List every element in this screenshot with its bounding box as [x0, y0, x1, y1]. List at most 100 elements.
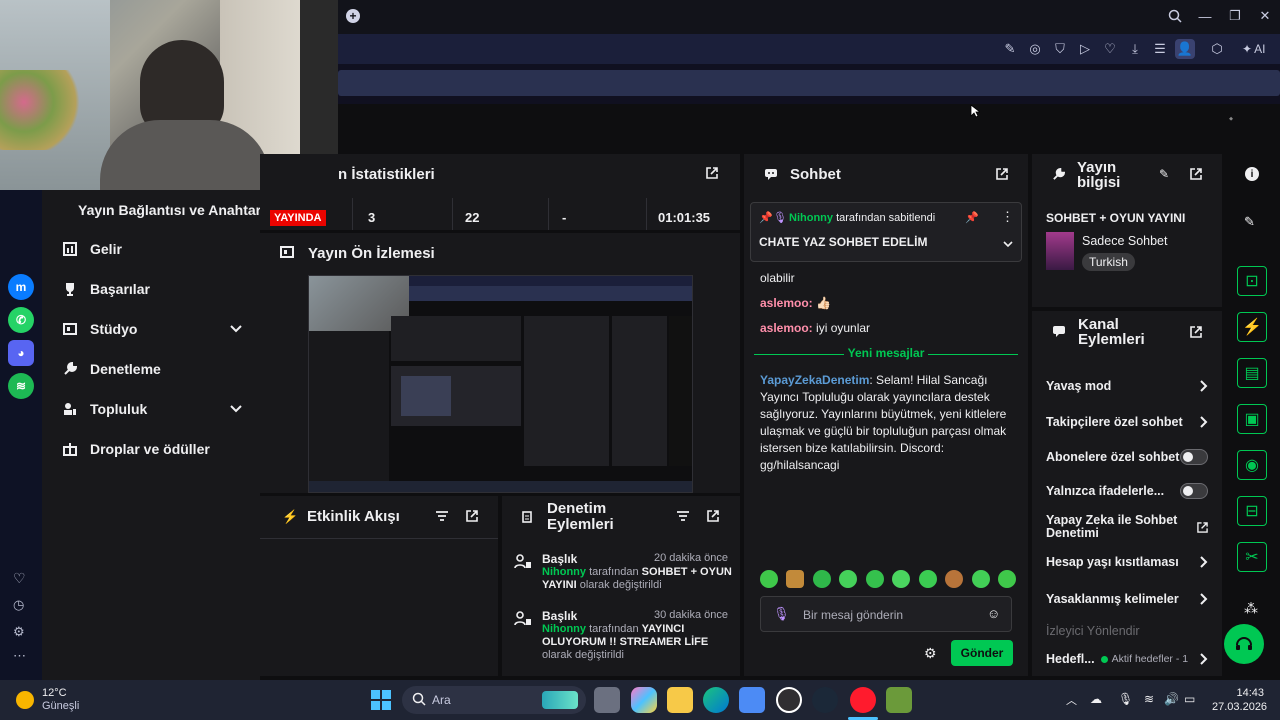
obs-icon[interactable] — [776, 687, 802, 713]
mic-icon[interactable]: 🎙 — [1118, 692, 1133, 706]
popout-icon[interactable] — [1189, 325, 1203, 339]
shield-icon[interactable]: ⛉ — [1050, 39, 1070, 59]
sidebar-item-topluluk[interactable]: Topluluk — [42, 389, 260, 429]
minecraft-icon[interactable] — [886, 687, 912, 713]
goals-row[interactable]: Hedefl... Aktif hedefler - 1 — [1032, 644, 1222, 674]
chat-icon[interactable]: ▣ — [1237, 404, 1267, 434]
edit-icon[interactable]: ✎ — [1244, 214, 1255, 230]
support-chat-button[interactable] — [1224, 624, 1264, 664]
battery-icon[interactable]: ▭ — [1184, 692, 1195, 706]
popout-icon[interactable] — [995, 167, 1009, 181]
restore-icon[interactable]: ❐ — [1225, 6, 1245, 26]
layout-icon[interactable]: ⊟ — [1237, 496, 1267, 526]
sidebar-item-denetleme[interactable]: Denetleme — [42, 349, 260, 389]
settings-icon[interactable]: ⚙ — [13, 624, 25, 640]
more-icon[interactable]: ⋮ — [1001, 209, 1014, 225]
whatsapp-icon[interactable]: ✆ — [8, 307, 34, 333]
steam-icon[interactable] — [812, 687, 838, 713]
emote-icon[interactable] — [786, 570, 805, 588]
account-age-row[interactable]: Hesap yaşı kısıtlaması — [1032, 544, 1222, 580]
share-icon[interactable]: ⁂ — [1244, 600, 1258, 617]
history-icon[interactable]: ◷ — [13, 597, 24, 613]
chat-input[interactable]: 🎙 Bir mesaj gönderin ☺ — [760, 596, 1012, 632]
network-icon[interactable]: ☁ — [1090, 692, 1102, 706]
close-icon[interactable]: ✕ — [1255, 6, 1275, 26]
banned-words-row[interactable]: Yasaklanmış kelimeler — [1032, 581, 1222, 617]
emote-icon[interactable] — [997, 570, 1016, 588]
send-button[interactable]: Gönder — [951, 640, 1013, 666]
popout-icon[interactable] — [705, 166, 719, 180]
more-icon[interactable]: ⋯ — [13, 648, 26, 664]
play-icon[interactable]: ▷ — [1075, 39, 1095, 59]
info-icon[interactable]: i — [1245, 167, 1259, 181]
emote-icon[interactable] — [865, 570, 884, 588]
copilot-icon[interactable] — [631, 687, 657, 713]
file-explorer-icon[interactable] — [667, 687, 693, 713]
lightning-icon[interactable]: ⚡ — [1237, 312, 1267, 342]
task-view-icon[interactable] — [594, 687, 620, 713]
raid-row[interactable]: İzleyici Yönlendir — [1046, 624, 1140, 638]
emote-icon[interactable] — [760, 570, 778, 588]
emote-icon[interactable] — [812, 570, 831, 588]
sidebar-item-gelir[interactable]: Gelir — [42, 229, 260, 269]
clip-icon[interactable]: ⊡ — [1237, 266, 1267, 296]
tray-chevron-icon[interactable]: ︿ — [1066, 692, 1077, 708]
start-button[interactable] — [371, 690, 391, 710]
wrench-icon[interactable]: ✂ — [1237, 542, 1267, 572]
subs-only-toggle[interactable] — [1180, 449, 1208, 465]
chevron-down-icon[interactable] — [230, 325, 242, 333]
sidebar-item-studyo[interactable]: Stüdyo — [42, 309, 260, 349]
preview-video[interactable] — [308, 275, 693, 493]
menu-icon[interactable]: ☰ — [1150, 39, 1170, 59]
edit-icon[interactable]: ✎ — [1000, 39, 1020, 59]
edge-icon[interactable] — [703, 687, 729, 713]
followers-only-row[interactable]: Takipçilere özel sohbet — [1032, 404, 1222, 440]
filter-icon[interactable] — [435, 510, 449, 522]
emote-icon[interactable] — [918, 570, 937, 588]
pencil-icon[interactable]: ✎ — [1159, 167, 1169, 181]
messenger-icon[interactable]: m — [8, 274, 34, 300]
unpin-icon[interactable]: 📌 — [965, 211, 979, 224]
chevron-down-icon[interactable] — [1003, 241, 1013, 248]
cube-icon[interactable]: ⬡ — [1207, 39, 1227, 59]
download-icon[interactable]: ⤓ — [1125, 39, 1145, 59]
notes-icon[interactable]: ▤ — [1237, 358, 1267, 388]
filter-icon[interactable] — [676, 510, 690, 522]
popout-icon[interactable] — [1189, 167, 1203, 181]
sidebar-item-basarilar[interactable]: Başarılar — [42, 269, 260, 309]
wifi-icon[interactable]: ≋ — [1144, 692, 1154, 706]
weather-widget[interactable]: 12°C Güneşli — [16, 686, 96, 714]
store-icon[interactable] — [739, 687, 765, 713]
slow-mode-row[interactable]: Yavaş mod — [1032, 368, 1222, 404]
emote-icon[interactable] — [971, 570, 990, 588]
mic-icon[interactable]: 🎙 — [773, 606, 790, 622]
new-tab-icon[interactable]: + — [346, 9, 360, 23]
language-tag[interactable]: Turkish — [1082, 253, 1135, 271]
taskbar-search[interactable]: Ara — [402, 686, 586, 714]
stream-key-link[interactable]: Yayın Bağlantısı ve Anahtarı — [78, 202, 265, 218]
ai-moderation-row[interactable]: Yapay Zeka ile Sohbet Denetimi — [1032, 511, 1222, 543]
clock[interactable]: 14:43 27.03.2026 — [1212, 686, 1267, 714]
minimize-icon[interactable]: — — [1195, 6, 1215, 26]
popout-icon[interactable] — [465, 509, 479, 523]
ai-button[interactable]: ✦ AI — [1242, 39, 1265, 59]
spotify-icon[interactable]: ≋ — [8, 373, 34, 399]
settings-icon[interactable]: ⚙ — [924, 645, 937, 662]
heart-icon[interactable]: ♡ — [13, 570, 26, 587]
emote-only-toggle[interactable] — [1180, 483, 1208, 499]
emote-icon[interactable] — [892, 570, 911, 588]
search-icon[interactable] — [1165, 6, 1185, 26]
pinned-message[interactable]: 📌 🎙 Nihonny tarafından sabitlendi 📌 ⋮ CH… — [750, 202, 1022, 262]
emote-icon[interactable] — [839, 570, 858, 588]
emote-icon[interactable] — [945, 570, 964, 588]
sidebar-item-droplar[interactable]: Droplar ve ödüller — [42, 429, 260, 469]
chevron-down-icon[interactable] — [230, 405, 242, 413]
opera-icon[interactable] — [850, 687, 876, 713]
broadcast-icon[interactable]: ◉ — [1237, 450, 1267, 480]
discord-icon[interactable]: ◕ — [8, 340, 34, 366]
profile-icon[interactable]: 👤 — [1175, 39, 1195, 59]
emoji-icon[interactable]: ☺ — [987, 606, 1000, 621]
popout-icon[interactable] — [706, 509, 720, 523]
heart-icon[interactable]: ♡ — [1100, 39, 1120, 59]
volume-icon[interactable]: 🔊 — [1164, 692, 1179, 706]
